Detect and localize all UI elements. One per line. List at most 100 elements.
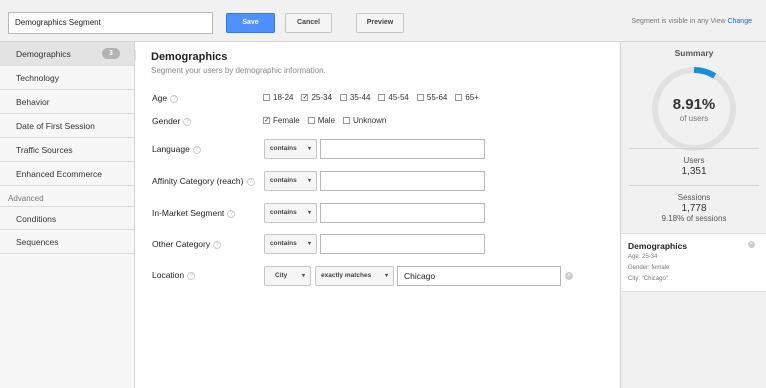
sidebar-item-label: Traffic Sources xyxy=(16,145,73,155)
gender-options: ✓ Female Male Unknown xyxy=(263,116,394,125)
sidebar-item-technology[interactable]: Technology xyxy=(0,66,134,90)
checkbox-label: Male xyxy=(317,116,336,125)
sidebar-item-behavior[interactable]: Behavior xyxy=(0,90,134,114)
condition-count-badge: 3 xyxy=(102,48,120,59)
select-value: contains xyxy=(270,240,297,247)
remove-condition-icon[interactable]: × xyxy=(565,272,573,280)
users-value: 1,351 xyxy=(681,166,707,177)
other-category-label-text: Other Category xyxy=(152,239,211,249)
checkbox-label: 35-44 xyxy=(349,93,371,102)
checkbox[interactable] xyxy=(343,117,351,124)
age-checkbox-65-plus[interactable]: 65+ xyxy=(455,93,479,102)
sidebar-item-conditions[interactable]: Conditions xyxy=(0,206,134,230)
main-panel: Demographics Segment your users by demog… xyxy=(136,42,620,388)
card-line-age: Age: 25-34 xyxy=(628,254,658,260)
location-operator-select[interactable]: exactly matches ▾ xyxy=(315,266,394,286)
segment-summary-card: Demographics × Age: 25-34 Gender: female… xyxy=(621,233,766,292)
checkbox[interactable]: ✓ xyxy=(301,94,309,101)
gender-label: Gender? xyxy=(152,116,192,126)
sidebar-item-label: Enhanced Ecommerce xyxy=(16,169,102,179)
gender-checkbox-female[interactable]: ✓ Female xyxy=(263,116,300,125)
checkbox[interactable]: ✓ xyxy=(263,117,270,124)
checkbox[interactable] xyxy=(455,94,463,101)
sidebar-item-label: Technology xyxy=(16,73,60,83)
age-checkbox-35-44[interactable]: 35-44 xyxy=(339,93,371,102)
cancel-button[interactable]: Cancel xyxy=(285,13,332,33)
change-visibility-link[interactable]: Change xyxy=(727,18,752,25)
sessions-label: Sessions xyxy=(677,193,711,202)
checkbox[interactable] xyxy=(307,117,315,124)
visibility-text: Segment is visible in any View xyxy=(631,18,726,25)
in-market-label-text: In-Market Segment xyxy=(152,208,225,218)
caret-down-icon: ▾ xyxy=(384,273,388,279)
divider xyxy=(629,185,759,186)
checkbox-label: 55-64 xyxy=(426,93,448,102)
other-category-operator-select[interactable]: contains ▾ xyxy=(264,234,317,254)
checkbox-label: 45-54 xyxy=(388,93,409,102)
language-label: Language? xyxy=(152,144,201,154)
help-icon[interactable]: ? xyxy=(192,145,201,154)
gender-label-text: Gender xyxy=(152,116,181,126)
affinity-operator-select[interactable]: contains ▾ xyxy=(264,171,317,191)
checkbox[interactable] xyxy=(378,94,386,101)
sidebar-item-enhanced-ecommerce[interactable]: Enhanced Ecommerce xyxy=(0,162,134,186)
sidebar-item-label: Demographics xyxy=(16,49,71,59)
affinity-label-text: Affinity Category (reach) xyxy=(152,176,244,186)
summary-panel: Summary 8.91% of users Users 1,351 Sessi… xyxy=(620,42,766,388)
caret-down-icon: ▾ xyxy=(307,241,311,247)
help-icon[interactable]: ? xyxy=(187,271,196,280)
location-value-input[interactable]: Chicago xyxy=(397,266,561,286)
page-subtitle: Segment your users by demographic inform… xyxy=(151,66,326,75)
age-checkbox-25-34[interactable]: ✓ 25-34 xyxy=(301,93,332,102)
select-value: exactly matches xyxy=(321,272,372,279)
help-icon[interactable]: ? xyxy=(246,177,255,186)
help-icon[interactable]: ? xyxy=(183,117,192,126)
sidebar-item-sequences[interactable]: Sequences xyxy=(0,230,134,254)
gender-checkbox-unknown[interactable]: Unknown xyxy=(343,116,386,125)
gender-checkbox-male[interactable]: Male xyxy=(307,116,336,125)
caret-down-icon: ▾ xyxy=(307,210,311,216)
card-line-city: City: "Chicago" xyxy=(628,276,668,282)
in-market-value-input[interactable] xyxy=(320,203,485,223)
checkbox[interactable] xyxy=(263,94,270,101)
age-checkbox-45-54[interactable]: 45-54 xyxy=(378,93,409,102)
help-icon[interactable]: ? xyxy=(213,240,222,249)
sessions-value: 1,778 xyxy=(681,203,707,214)
location-dimension-select[interactable]: City ▾ xyxy=(264,266,311,286)
checkbox-label: 25-34 xyxy=(311,93,332,102)
caret-down-icon: ▾ xyxy=(301,273,305,279)
sidebar-item-demographics[interactable]: Demographics 3 xyxy=(0,42,134,66)
segment-name-input[interactable]: Demographics Segment xyxy=(8,12,213,34)
checkbox[interactable] xyxy=(339,94,347,101)
select-value: contains xyxy=(270,145,297,152)
affinity-value-input[interactable] xyxy=(320,171,485,191)
sidebar: Demographics 3 Technology Behavior Date … xyxy=(0,42,135,388)
help-icon[interactable]: ? xyxy=(170,94,179,103)
preview-button[interactable]: Preview xyxy=(356,13,404,33)
language-operator-select[interactable]: contains ▾ xyxy=(264,139,317,159)
help-icon[interactable]: ? xyxy=(227,209,236,218)
age-label: Age? xyxy=(152,93,179,103)
users-percent-sub: of users xyxy=(679,114,709,123)
sidebar-item-label: Behavior xyxy=(16,97,50,107)
sidebar-item-date-of-first-session[interactable]: Date of First Session xyxy=(0,114,134,138)
age-checkbox-18-24[interactable]: 18-24 xyxy=(263,93,293,102)
location-label-text: Location xyxy=(152,270,185,280)
sidebar-item-label: Sequences xyxy=(16,237,59,247)
users-label: Users xyxy=(683,156,705,165)
in-market-operator-select[interactable]: contains ▾ xyxy=(264,203,317,223)
checkbox-label: Unknown xyxy=(353,116,387,125)
summary-title: Summary xyxy=(674,48,714,58)
age-label-text: Age xyxy=(152,93,168,103)
affinity-label: Affinity Category (reach)? xyxy=(152,176,255,186)
page-title: Demographics xyxy=(151,51,228,63)
caret-down-icon: ▾ xyxy=(307,178,311,184)
save-button[interactable]: Save xyxy=(226,13,275,33)
in-market-label: In-Market Segment? xyxy=(152,208,236,218)
remove-filter-icon[interactable]: × xyxy=(748,241,755,248)
other-category-value-input[interactable] xyxy=(320,234,485,254)
age-checkbox-55-64[interactable]: 55-64 xyxy=(416,93,448,102)
checkbox[interactable] xyxy=(416,94,424,101)
sidebar-item-traffic-sources[interactable]: Traffic Sources xyxy=(0,138,134,162)
language-value-input[interactable] xyxy=(320,139,485,159)
